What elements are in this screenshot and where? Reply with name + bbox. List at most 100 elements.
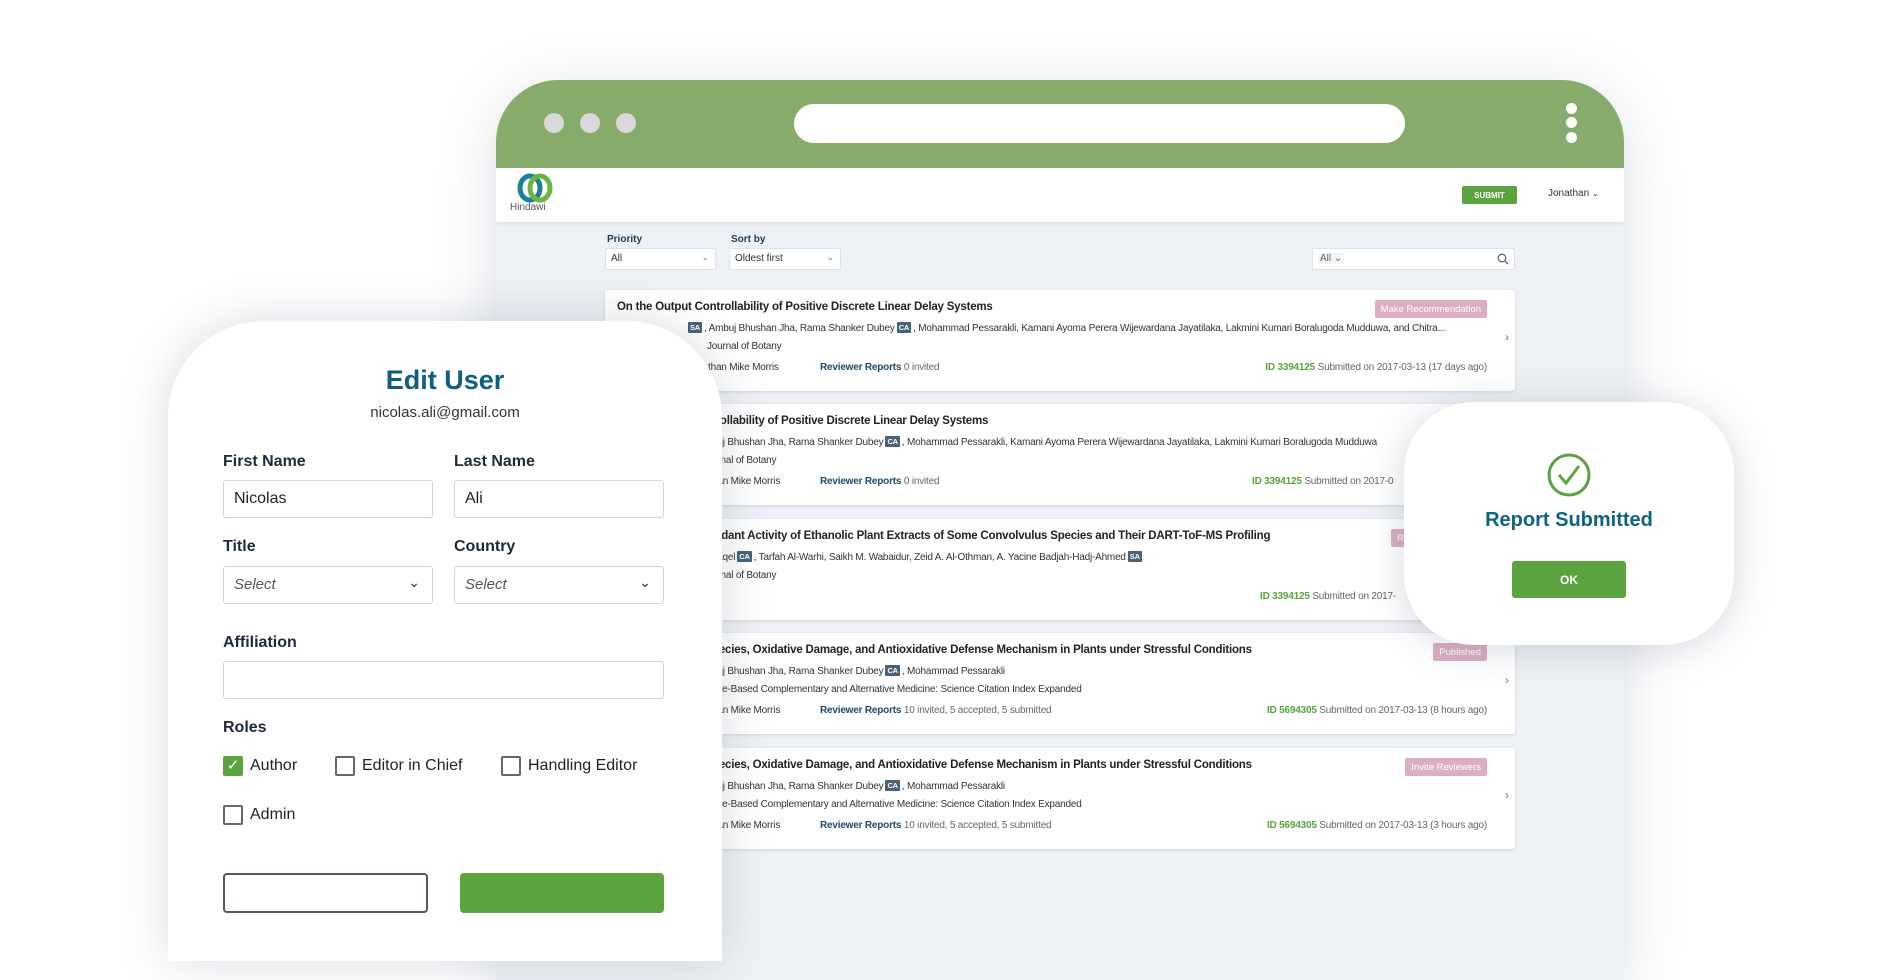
reviewer-reports-label: Reviewer Reports: [820, 362, 902, 373]
search-input[interactable]: [1347, 251, 1487, 267]
reviewer-reports: Reviewer Reports 0 invited: [820, 362, 940, 373]
admin-checkbox-label[interactable]: Admin: [250, 806, 295, 824]
submitted-date: Submitted on 2017-03-13 (8 hours ago): [1319, 705, 1487, 716]
reviewer-reports: Reviewer Reports 10 invited, 5 accepted,…: [820, 705, 1052, 716]
journal-name: Journal of Botany: [707, 341, 782, 352]
corresponding-author-badge: CA: [885, 665, 900, 676]
manuscript-title[interactable]: On the Output Controllability of Positiv…: [617, 301, 993, 313]
check-circle-icon: [1547, 453, 1591, 497]
chevron-down-icon: ⌄: [701, 252, 709, 262]
editor-in-chief-checkbox[interactable]: [335, 756, 355, 776]
manuscript-id: ID 3394125: [1252, 476, 1302, 487]
authors-text: , Mohammad Pessarakli, Kamani Ayoma Pere…: [913, 323, 1446, 334]
save-button[interactable]: [460, 873, 664, 913]
chevron-down-icon: ⌄: [639, 574, 651, 590]
last-name-label: Last Name: [454, 453, 535, 470]
submitted-date: Submitted on 2017-03-13 (17 days ago): [1317, 362, 1488, 373]
journal-name: nce-Based Complementary and Alternative …: [712, 684, 1082, 695]
priority-select[interactable]: All ⌄: [605, 248, 716, 270]
admin-checkbox[interactable]: [223, 805, 243, 825]
browser-chrome: [496, 80, 1624, 168]
manuscript-id: ID 3394125: [1260, 591, 1310, 602]
search-box: All ⌄: [1312, 248, 1515, 270]
priority-label: Priority: [607, 234, 643, 245]
first-name-input[interactable]: Nicolas: [223, 480, 433, 518]
kebab-menu-icon[interactable]: [1566, 103, 1577, 114]
manuscript-authors: buj Bhushan Jha, Rama Shanker Dubey CA, M…: [712, 665, 1005, 677]
title-label: Title: [223, 538, 256, 555]
reviewer-reports-value: 10 invited, 5 accepted, 5 submitted: [903, 705, 1052, 716]
authors-text: , Ambuj Bhushan Jha, Rama Shanker Dubey: [704, 323, 895, 334]
manuscript-card[interactable]: pecies, Oxidative Damage, and Antioxidat…: [605, 633, 1515, 734]
corresponding-author-badge: CA: [737, 551, 752, 562]
editor-name: han Mike Morris: [712, 476, 781, 487]
window-dot-icon: [580, 113, 600, 133]
handling-editor-checkbox-label[interactable]: Handling Editor: [528, 757, 637, 775]
authors-text: buj Bhushan Jha, Rama Shanker Dubey: [712, 437, 884, 448]
editor-in-chief-checkbox-label[interactable]: Editor in Chief: [362, 757, 463, 775]
window-dot-icon: [616, 113, 636, 133]
reviewer-reports-label: Reviewer Reports: [820, 820, 902, 831]
search-scope-value: All: [1320, 253, 1332, 264]
manuscript-title[interactable]: pecies, Oxidative Damage, and Antioxidat…: [712, 644, 1252, 656]
manuscript-card[interactable]: trollability of Positive Discrete Linear…: [605, 404, 1515, 505]
cancel-button[interactable]: [223, 873, 428, 913]
window-dot-icon: [544, 113, 564, 133]
manuscript-card[interactable]: xidant Activity of Ethanolic Plant Extra…: [605, 519, 1515, 620]
search-icon[interactable]: [1497, 253, 1509, 265]
first-name-label: First Name: [223, 453, 306, 470]
manuscript-authors: SA, Ambuj Bhushan Jha, Rama Shanker Dube…: [686, 322, 1445, 334]
country-select[interactable]: Select ⌄: [454, 566, 664, 604]
manuscript-title[interactable]: xidant Activity of Ethanolic Plant Extra…: [712, 530, 1271, 542]
submitted-date: Submitted on 2017-03-13 (3 hours ago): [1319, 820, 1487, 831]
ok-button[interactable]: OK: [1512, 561, 1626, 598]
status-badge[interactable]: Make Recommendation: [1374, 300, 1487, 318]
chevron-down-icon: ⌄: [408, 574, 420, 590]
user-name: Jonathan: [1548, 188, 1590, 199]
report-submitted-dialog: Report Submitted OK: [1404, 402, 1734, 645]
author-checkbox[interactable]: ✓: [223, 756, 243, 776]
chevron-right-icon[interactable]: ›: [1505, 788, 1509, 802]
reviewer-reports-value: 0 invited: [903, 476, 940, 487]
manuscript-authors: buj Bhushan Jha, Rama Shanker Dubey CA, M…: [712, 780, 1005, 792]
chevron-right-icon[interactable]: ›: [1505, 330, 1509, 344]
manuscript-meta: ID 3394125 Submitted on 2017-0: [1252, 476, 1394, 487]
reviewer-reports-value: 10 invited, 5 accepted, 5 submitted: [903, 820, 1052, 831]
editor-name: han Mike Morris: [712, 705, 781, 716]
country-select-value: Select: [465, 576, 507, 593]
submitting-author-badge: SA: [1127, 551, 1142, 562]
handling-editor-checkbox[interactable]: [501, 756, 521, 776]
affiliation-input[interactable]: [223, 661, 664, 699]
chevron-down-icon: ⌄: [826, 252, 834, 262]
reviewer-reports-label: Reviewer Reports: [820, 476, 902, 487]
submitted-date: Submitted on 2017-: [1312, 591, 1396, 602]
author-checkbox-label[interactable]: Author: [250, 757, 297, 775]
submit-button[interactable]: SUBMIT: [1462, 186, 1517, 204]
manuscript-authors: l Aqel CA, Tarfah Al-Warhi, Saikh M. Waba…: [712, 551, 1144, 563]
journal-name: nce-Based Complementary and Alternative …: [712, 799, 1082, 810]
search-scope-select[interactable]: All ⌄: [1318, 253, 1345, 264]
reviewer-reports: Reviewer Reports 10 invited, 5 accepted,…: [820, 820, 1052, 831]
user-email: nicolas.ali@gmail.com: [370, 404, 520, 421]
status-badge[interactable]: Invite Reviewers: [1405, 758, 1487, 776]
kebab-menu-icon: [1566, 117, 1577, 128]
authors-text: , Mohammad Pessarakli: [901, 666, 1005, 677]
manuscript-authors: buj Bhushan Jha, Rama Shanker Dubey CA, M…: [712, 436, 1377, 448]
manuscript-title[interactable]: pecies, Oxidative Damage, and Antioxidat…: [712, 759, 1252, 771]
address-bar[interactable]: [794, 104, 1405, 143]
manuscript-id: ID 3394125: [1265, 362, 1316, 373]
manuscript-card[interactable]: pecies, Oxidative Damage, and Antioxidat…: [605, 748, 1515, 849]
user-menu[interactable]: Jonathan ⌄: [1548, 188, 1599, 199]
sort-label: Sort by: [731, 234, 766, 245]
title-select[interactable]: Select ⌄: [223, 566, 433, 604]
manuscript-card[interactable]: On the Output Controllability of Positiv…: [605, 290, 1515, 391]
manuscript-title[interactable]: trollability of Positive Discrete Linear…: [712, 415, 988, 427]
manuscript-id: ID 5694305: [1266, 705, 1317, 716]
report-submitted-title: Report Submitted: [1485, 509, 1653, 531]
kebab-menu-icon: [1566, 132, 1577, 143]
status-badge[interactable]: Published: [1433, 643, 1487, 661]
sort-select[interactable]: Oldest first ⌄: [729, 248, 841, 270]
last-name-input[interactable]: Ali: [454, 480, 664, 518]
chevron-right-icon[interactable]: ›: [1505, 673, 1509, 687]
affiliation-label: Affiliation: [223, 634, 297, 651]
